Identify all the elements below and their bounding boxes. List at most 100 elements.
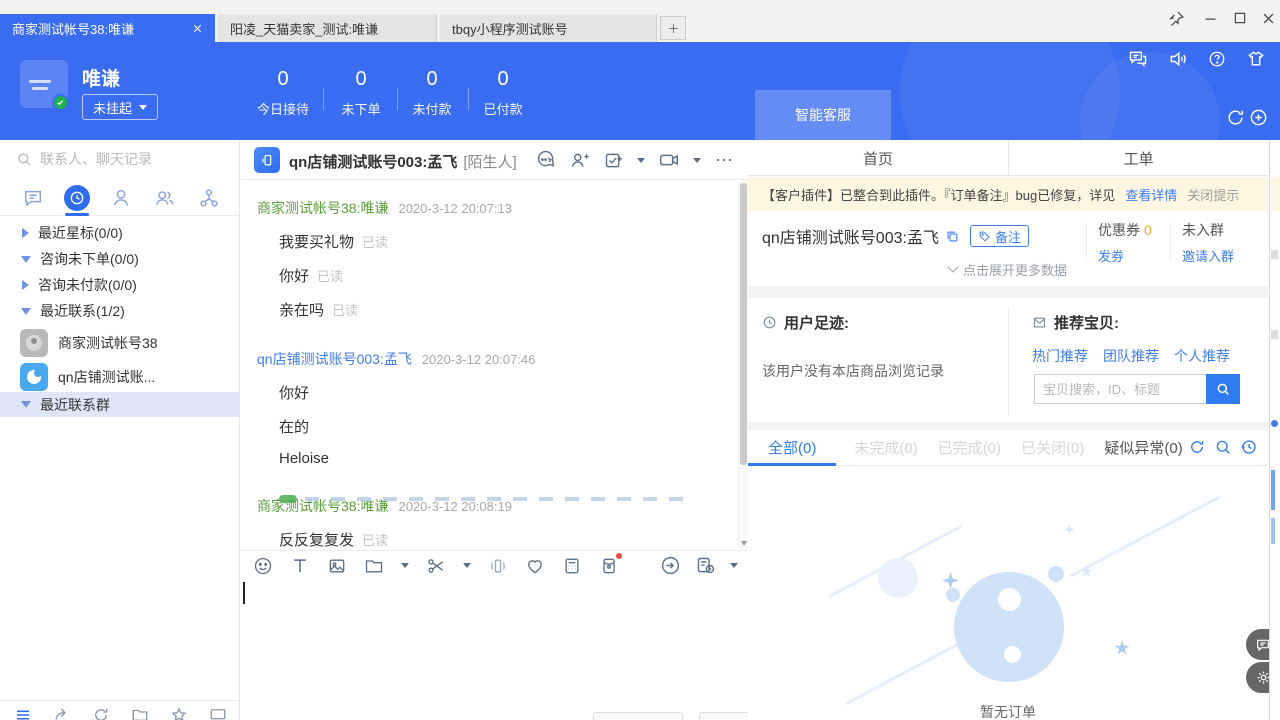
message-time: 2020-3-12 20:07:46 xyxy=(422,352,535,367)
tab-home[interactable]: 首页 xyxy=(748,140,1008,176)
refresh-icon[interactable] xyxy=(1226,108,1245,127)
customer-name: qn店铺测试账号003:孟飞 xyxy=(762,224,939,248)
chat-title: qn店铺测试账号003:孟飞[陌生人] xyxy=(289,151,517,172)
group-inquiry-no-order[interactable]: 咨询未下单(0/0) xyxy=(0,246,240,272)
image-icon[interactable] xyxy=(327,556,347,576)
tab-groups-icon[interactable] xyxy=(152,185,178,211)
active-tab-underline xyxy=(65,213,89,216)
chat-scrollbar[interactable] xyxy=(738,181,748,549)
order-tab-complete[interactable]: 已完成(0) xyxy=(938,437,1001,458)
minimize-icon[interactable] xyxy=(1196,6,1224,30)
expand-arrow-icon xyxy=(21,308,31,315)
video-call-icon[interactable] xyxy=(658,149,680,171)
chevron-down-icon xyxy=(947,261,958,272)
window-tab-miniprogram[interactable]: tbqy小程序测试账号 xyxy=(440,14,657,42)
window-tab-account-38[interactable]: 商家测试帐号38:唯谦 xyxy=(0,14,215,42)
chevron-down-icon[interactable] xyxy=(637,158,645,163)
group-recent-groups[interactable]: 最近联系群 xyxy=(0,392,240,417)
group-recent-contacts[interactable]: 最近联系(1/2) xyxy=(0,298,240,324)
search-input[interactable] xyxy=(38,147,223,171)
file-icon[interactable] xyxy=(364,556,384,576)
close-window-icon[interactable] xyxy=(1254,6,1280,30)
folder-icon[interactable] xyxy=(131,706,149,720)
transfer-chat-icon[interactable] xyxy=(535,150,556,171)
screenshot-icon[interactable] xyxy=(426,556,446,576)
group-recent-starred[interactable]: 最近星标(0/0) xyxy=(0,220,240,246)
read-status: 已读 xyxy=(317,269,343,284)
chevron-down-icon[interactable] xyxy=(730,563,738,568)
new-tab-button[interactable] xyxy=(660,16,686,40)
messages-icon[interactable] xyxy=(1128,49,1148,69)
decoration xyxy=(1069,495,1220,577)
chevron-down-icon[interactable] xyxy=(693,158,701,163)
search-row xyxy=(0,140,240,178)
hot-recommend-link[interactable]: 热门推荐 xyxy=(1032,346,1088,366)
close-tab-icon[interactable] xyxy=(192,23,203,34)
more-options-icon[interactable] xyxy=(714,150,734,170)
group-inquiry-unpaid[interactable]: 咨询未付款(0/0) xyxy=(0,272,240,298)
favorite-icon[interactable] xyxy=(525,556,545,576)
order-tab-incomplete[interactable]: 未完成(0) xyxy=(854,437,917,458)
footprint-title: 用户足迹: xyxy=(784,312,849,333)
text-format-icon[interactable] xyxy=(290,556,310,576)
calculator-icon[interactable] xyxy=(562,556,582,576)
red-packet-icon[interactable] xyxy=(599,556,619,576)
create-task-icon[interactable] xyxy=(603,150,624,171)
contact-item-qn-shop[interactable]: qn店铺测试账... xyxy=(0,360,240,394)
close-button-clipped[interactable] xyxy=(593,712,683,720)
sync-icon[interactable] xyxy=(92,706,110,720)
coupon-label: 优惠券 xyxy=(1098,222,1140,238)
refresh-orders-icon[interactable] xyxy=(1188,438,1206,456)
item-search-button[interactable] xyxy=(1206,374,1240,404)
help-icon[interactable] xyxy=(1208,50,1226,68)
tab-recent-icon[interactable] xyxy=(64,185,90,211)
speaker-icon[interactable] xyxy=(1168,49,1188,69)
monitor-icon[interactable] xyxy=(209,706,227,720)
theme-skin-icon[interactable] xyxy=(1246,49,1266,69)
search-orders-icon[interactable] xyxy=(1214,438,1232,456)
item-search-input[interactable] xyxy=(1034,374,1206,404)
copy-icon[interactable] xyxy=(945,229,960,244)
sidebar-icon-tabs xyxy=(0,178,240,216)
list-view-icon[interactable] xyxy=(14,706,32,720)
window-tab-tmall-seller[interactable]: 阳凌_天猫卖家_测试:唯谦 xyxy=(218,14,437,42)
stat-value: 0 xyxy=(243,68,323,90)
maximize-icon[interactable] xyxy=(1226,6,1254,30)
tab-org-icon[interactable] xyxy=(196,185,222,211)
order-history-icon[interactable] xyxy=(1240,438,1258,456)
chat-area: qn店铺测试账号003:孟飞[陌生人] xyxy=(241,140,748,720)
window-shake-icon[interactable] xyxy=(488,556,508,576)
chevron-down-icon[interactable] xyxy=(401,563,409,568)
add-plugin-icon[interactable] xyxy=(1249,108,1268,127)
add-person-icon[interactable] xyxy=(569,150,590,171)
app-window: 商家测试帐号38:唯谦 阳凌_天猫卖家_测试:唯谦 tbqy小程序测试账号 xyxy=(0,0,1280,720)
pin-icon[interactable] xyxy=(1162,6,1190,30)
message-list[interactable]: 商家测试帐号38:唯谦 2020-3-12 20:07:13 我要买礼物已读 你… xyxy=(241,181,737,549)
message-time: 2020-3-12 20:07:13 xyxy=(398,201,511,216)
team-recommend-link[interactable]: 团队推荐 xyxy=(1103,346,1159,366)
contact-item-account38[interactable]: 商家测试帐号38 xyxy=(0,326,240,360)
order-tab-closed[interactable]: 已关闭(0) xyxy=(1021,437,1084,458)
tab-contacts-icon[interactable] xyxy=(108,185,134,211)
star-icon[interactable] xyxy=(170,706,188,720)
scrollbar-thumb[interactable] xyxy=(740,183,747,465)
plugin-tab-smart-service[interactable]: 智能客服 xyxy=(755,90,891,140)
view-details-link[interactable]: 查看详情 xyxy=(1125,185,1177,204)
quick-reply-icon[interactable] xyxy=(660,555,681,576)
dismiss-notice-link[interactable]: 关闭提示 xyxy=(1187,185,1239,204)
scroll-down-icon[interactable] xyxy=(741,541,747,546)
expand-more-data[interactable]: 点击展开更多数据 xyxy=(748,258,1268,280)
personal-recommend-link[interactable]: 个人推荐 xyxy=(1174,346,1230,366)
schedule-notes-icon[interactable] xyxy=(695,555,716,576)
tab-work-order[interactable]: 工单 xyxy=(1008,140,1268,176)
status-dropdown[interactable]: 未挂起 xyxy=(82,94,158,120)
message-input[interactable] xyxy=(241,581,737,711)
emoji-icon[interactable] xyxy=(253,556,273,576)
contact-name: qn店铺测试账... xyxy=(58,367,155,387)
note-button[interactable]: 备注 xyxy=(970,225,1029,247)
tab-conversations-icon[interactable] xyxy=(20,185,46,211)
share-icon[interactable] xyxy=(53,706,71,720)
order-tab-all[interactable]: 全部(0) xyxy=(768,437,816,458)
chevron-down-icon[interactable] xyxy=(463,563,471,568)
order-tab-suspicious[interactable]: 疑似异常(0) xyxy=(1104,437,1182,458)
